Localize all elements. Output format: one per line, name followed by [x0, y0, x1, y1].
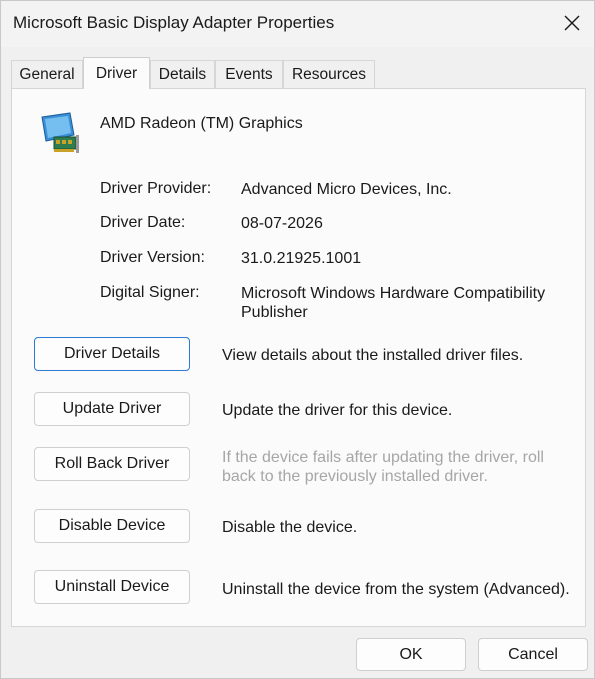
close-icon [564, 15, 580, 31]
cancel-button[interactable]: Cancel [478, 638, 588, 671]
driver-provider-label: Driver Provider: [100, 180, 212, 197]
display-adapter-icon [41, 112, 79, 153]
digital-signer-label: Digital Signer: [100, 284, 200, 301]
driver-provider-value: Advanced Micro Devices, Inc. [241, 181, 452, 198]
driver-details-button[interactable]: Driver Details [34, 337, 190, 371]
device-name: AMD Radeon (TM) Graphics [100, 115, 303, 132]
disable-device-button[interactable]: Disable Device [34, 509, 190, 543]
disable-device-description: Disable the device. [222, 519, 358, 536]
properties-dialog: Microsoft Basic Display Adapter Properti… [0, 0, 595, 679]
tab-details[interactable]: Details [150, 60, 215, 89]
roll-back-driver-description: If the device fails after updating the d… [222, 449, 544, 485]
driver-tab-panel: AMD Radeon (TM) Graphics Driver Provider… [11, 88, 586, 627]
driver-date-label: Driver Date: [100, 214, 186, 231]
driver-date-value: 08-07-2026 [241, 215, 323, 232]
update-driver-button[interactable]: Update Driver [34, 392, 190, 426]
tab-general[interactable]: General [11, 60, 83, 89]
tab-strip: General Driver Details Events Resources [11, 57, 586, 89]
title-bar: Microsoft Basic Display Adapter Properti… [1, 1, 594, 47]
tab-driver[interactable]: Driver [83, 57, 150, 89]
uninstall-device-description: Uninstall the device from the system (Ad… [222, 581, 570, 598]
digital-signer-value: Microsoft Windows Hardware Compatibility… [241, 285, 546, 321]
driver-version-label: Driver Version: [100, 249, 205, 266]
window-title: Microsoft Basic Display Adapter Properti… [13, 13, 335, 32]
roll-back-driver-button[interactable]: Roll Back Driver [34, 447, 190, 481]
tab-resources[interactable]: Resources [283, 60, 375, 89]
close-button[interactable] [554, 5, 590, 41]
driver-details-description: View details about the installed driver … [222, 347, 524, 364]
tab-events[interactable]: Events [215, 60, 283, 89]
uninstall-device-button[interactable]: Uninstall Device [34, 570, 190, 604]
driver-version-value: 31.0.21925.1001 [241, 250, 362, 267]
ok-button[interactable]: OK [356, 638, 466, 671]
update-driver-description: Update the driver for this device. [222, 402, 453, 419]
